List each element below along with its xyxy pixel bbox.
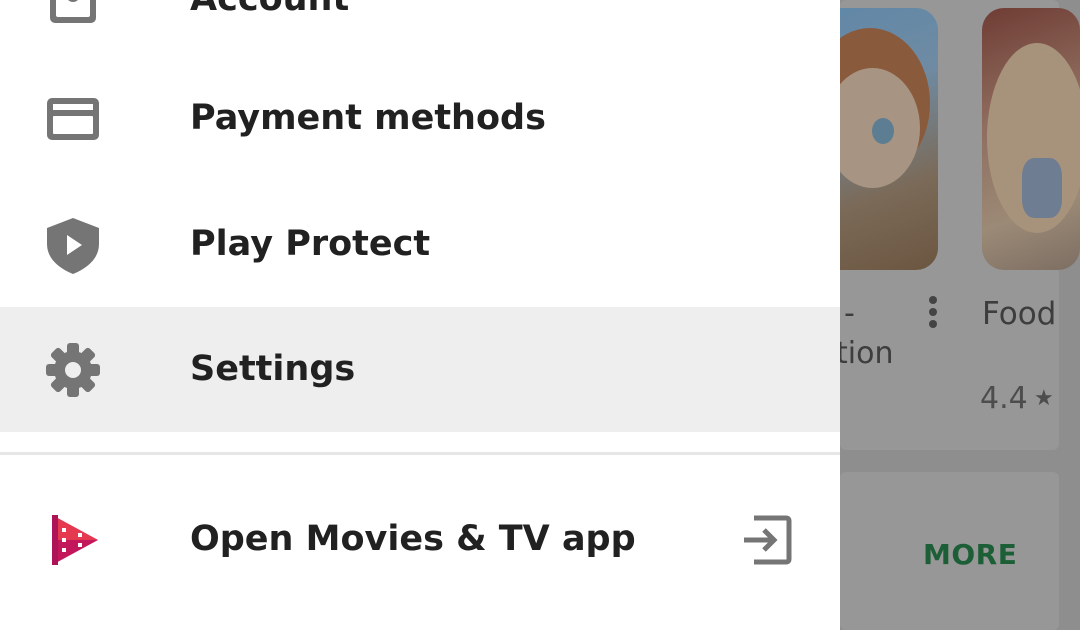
overflow-menu-icon (926, 296, 940, 332)
navigation-drawer: Account Payment methods Play Protect (0, 0, 840, 630)
drawer-item-open-movies-tv[interactable]: Open Movies & TV app (0, 477, 840, 602)
app-title: Food (982, 296, 1057, 332)
app-rating: 4.4 (980, 381, 1028, 416)
drawer-item-label: Settings (190, 348, 356, 389)
app-title-fragment: tion (836, 336, 894, 371)
more-button: MORE (923, 538, 1018, 571)
open-external-icon (740, 515, 792, 565)
star-icon: ★ (1034, 386, 1054, 411)
drawer-item-play-protect[interactable]: Play Protect (0, 182, 840, 307)
drawer-item-settings[interactable]: Settings (0, 307, 840, 432)
gear-icon (44, 341, 102, 399)
drawer-item-label: Play Protect (190, 223, 431, 264)
app-title-fragment: - (844, 296, 855, 331)
drawer-item-payment-methods[interactable]: Payment methods (0, 56, 840, 181)
app-thumbnail (982, 8, 1080, 270)
shield-play-icon (44, 216, 102, 274)
play-movies-icon (44, 511, 102, 569)
drawer-item-label: Payment methods (190, 97, 546, 138)
credit-card-icon (44, 90, 102, 148)
drawer-divider (0, 452, 840, 455)
drawer-item-account[interactable]: Account (0, 0, 840, 62)
account-icon (44, 0, 102, 29)
drawer-item-label: Account (190, 0, 349, 19)
drawer-item-label: Open Movies & TV app (190, 518, 636, 559)
